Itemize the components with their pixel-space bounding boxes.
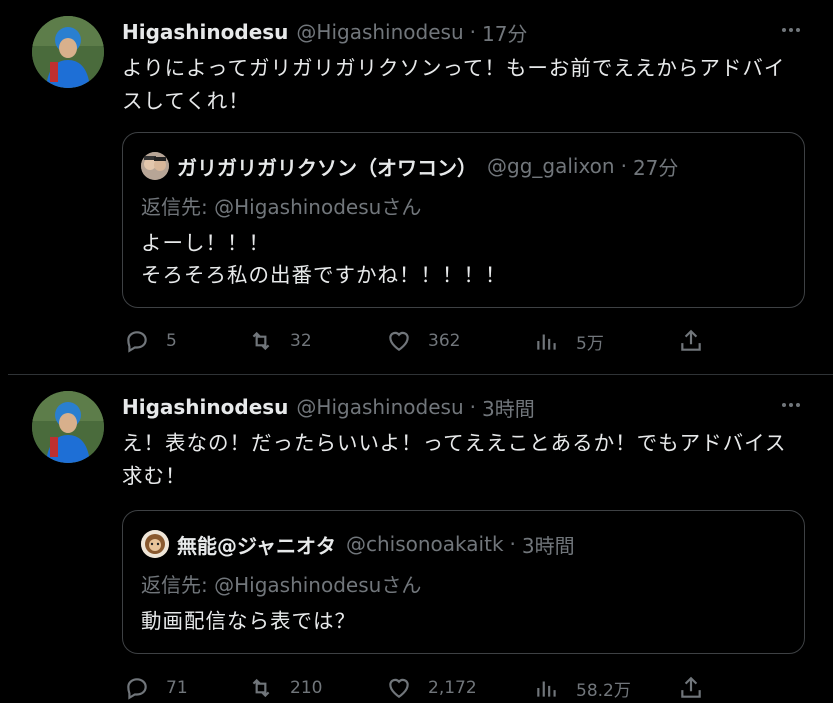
retweet-count: 210 (290, 678, 323, 698)
separator-dot: · (469, 395, 476, 419)
tweet-header: Higashinodesu @Higashinodesu · 3時間 (122, 389, 803, 425)
share-button[interactable] (678, 326, 704, 356)
reply-icon (127, 331, 147, 353)
like-count: 362 (428, 331, 461, 351)
quote-timestamp: 3時間 (521, 533, 575, 558)
views-count: 5万 (576, 333, 604, 354)
reply-prefix: 返信先: (141, 195, 215, 219)
reply-count: 5 (166, 331, 177, 351)
reply-mention[interactable]: @Higashinodesuさん (214, 195, 421, 219)
action-bar: 71 210 2,172 58.2万 (122, 673, 722, 703)
reply-to-line: 返信先: @Higashinodesuさん (141, 191, 421, 220)
quote-header: 無能@ジャニオタ @chisonoakaitk · 3時間 (141, 527, 792, 561)
handle[interactable]: @Higashinodesu (296, 20, 463, 44)
avatar[interactable] (32, 16, 104, 88)
timeline: Higashinodesu @Higashinodesu · 17分 よりによっ… (0, 0, 833, 703)
share-icon (681, 329, 701, 351)
quote-text-line: そろそろ私の出番ですかね！！！！！ (141, 263, 507, 287)
reply-count: 71 (166, 678, 188, 698)
quoted-tweet[interactable]: ガリガリガリクソン（オワコン） @gg_galixon · 27分 返信先: @… (122, 132, 805, 308)
action-bar: 5 32 362 5万 (122, 326, 722, 356)
views-icon (537, 681, 556, 697)
separator-dot: · (469, 20, 476, 44)
like-count: 2,172 (428, 678, 477, 698)
retweet-button[interactable]: 210 (248, 673, 322, 703)
reply-button[interactable]: 5 (124, 326, 177, 356)
retweet-count: 32 (290, 331, 312, 351)
reply-to-line: 返信先: @Higashinodesuさん (141, 569, 421, 598)
separator-dot: · (509, 532, 516, 556)
heart-icon (389, 331, 409, 351)
quote-text-line: 動画配信なら表では？ (141, 609, 356, 633)
quote-avatar (141, 530, 169, 558)
retweet-icon (252, 678, 270, 698)
share-icon (681, 676, 701, 698)
views-button[interactable]: 5万 (534, 326, 604, 356)
heart-icon (389, 678, 409, 698)
tweet-header: Higashinodesu @Higashinodesu · 17分 (122, 14, 803, 50)
share-button[interactable] (678, 673, 704, 703)
views-count: 58.2万 (576, 680, 631, 701)
handle[interactable]: @Higashinodesu (296, 395, 463, 419)
display-name[interactable]: Higashinodesu (122, 20, 288, 44)
tweet[interactable]: Higashinodesu @Higashinodesu · 17分 よりによっ… (0, 0, 833, 374)
reply-mention[interactable]: @Higashinodesuさん (214, 573, 421, 597)
tweet-text: よりによってガリガリガリクソンって！もーお前でええからアドバイスしてくれ！ (122, 56, 786, 113)
timestamp[interactable]: 3時間 (482, 393, 535, 422)
reply-button[interactable]: 71 (124, 673, 188, 703)
tweet-text: え！表なの！だったらいいよ！ってええことあるか！でもアドバイス求む！ (122, 431, 787, 488)
more-icon[interactable] (779, 18, 803, 42)
tweet[interactable]: Higashinodesu @Higashinodesu · 3時間 え！表なの… (0, 375, 833, 703)
quote-display-name: 無能@ジャニオタ (177, 533, 336, 558)
retweet-button[interactable]: 32 (248, 326, 312, 356)
quote-header: ガリガリガリクソン（オワコン） @gg_galixon · 27分 (141, 149, 792, 183)
retweet-icon (252, 331, 270, 351)
quote-avatar (141, 152, 169, 180)
quote-text: 動画配信なら表では？ (141, 605, 790, 637)
quoted-tweet[interactable]: 無能@ジャニオタ @chisonoakaitk · 3時間 返信先: @Higa… (122, 510, 805, 654)
avatar[interactable] (32, 391, 104, 463)
timestamp[interactable]: 17分 (482, 18, 527, 47)
quote-text-line: よーし！！！ (141, 231, 270, 255)
reply-prefix: 返信先: (141, 573, 215, 597)
quote-display-name: ガリガリガリクソン（オワコン） (177, 155, 477, 180)
views-icon (537, 334, 556, 350)
views-button[interactable]: 58.2万 (534, 673, 631, 703)
quote-handle: @gg_galixon (487, 154, 615, 178)
quote-text: よーし！！！ そろそろ私の出番ですかね！！！！！ (141, 227, 790, 291)
like-button[interactable]: 362 (386, 326, 460, 356)
like-button[interactable]: 2,172 (386, 673, 477, 703)
display-name[interactable]: Higashinodesu (122, 395, 288, 419)
separator-dot: · (620, 154, 627, 178)
quote-handle: @chisonoakaitk (346, 532, 504, 556)
quote-timestamp: 27分 (632, 155, 679, 180)
more-icon[interactable] (779, 393, 803, 417)
reply-icon (127, 678, 147, 700)
